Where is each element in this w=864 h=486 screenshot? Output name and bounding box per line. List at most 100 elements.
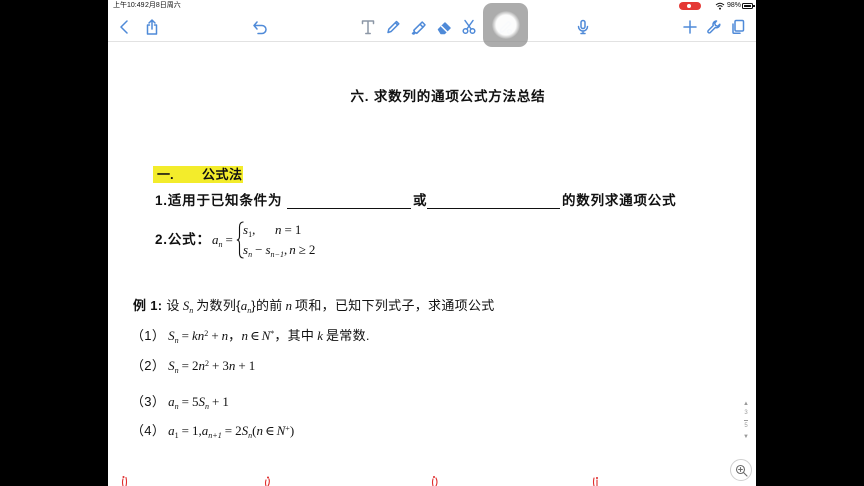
screen-recording-icon[interactable] — [679, 2, 701, 10]
math-sub: n — [248, 249, 253, 259]
math-var: a — [168, 394, 175, 409]
text: 设 — [166, 298, 180, 313]
math-op: = — [181, 394, 190, 409]
part-label: （2） — [131, 358, 166, 373]
math-sub: n+1 — [208, 430, 222, 440]
handwriting-annotations — [121, 475, 599, 486]
math-sub: n — [189, 305, 194, 315]
text: 为数列{ — [196, 298, 241, 313]
math-var: s — [265, 242, 271, 257]
math-sub: n — [218, 239, 223, 249]
section-number: 一. — [157, 167, 174, 182]
math-sub: 1 — [174, 430, 179, 440]
touch-indicator — [492, 11, 520, 39]
math-num: 1 — [222, 394, 229, 409]
highlighter-icon[interactable] — [410, 19, 426, 35]
zoom-button[interactable] — [730, 459, 752, 481]
chevron-left-icon[interactable] — [117, 19, 133, 35]
math-sub: n — [174, 401, 179, 411]
fill-in-blank-2 — [427, 208, 560, 209]
math-var: a — [168, 423, 175, 438]
total-pages: 5 — [744, 423, 748, 429]
math-sup: + — [285, 423, 290, 433]
math-num: 1 — [248, 358, 256, 373]
math-var: n — [228, 358, 236, 373]
text: ， — [228, 328, 242, 343]
math-op: = — [181, 358, 190, 373]
math-var: k — [317, 328, 323, 343]
example-1-part-1: （1） Sn = kn2 + n，n ∈ N*，其中 k 是常数. — [131, 328, 370, 346]
math-num: 1, — [192, 423, 202, 438]
page-indicator[interactable]: ▲ 3 5 ▼ — [741, 401, 751, 443]
math-punct: ) — [289, 423, 295, 438]
status-date: 2月8日周六 — [145, 2, 181, 9]
text: ，其中 — [274, 328, 315, 343]
scissors-icon[interactable] — [461, 19, 477, 35]
math-op: = — [181, 423, 190, 438]
math-var: kn — [192, 328, 205, 343]
math-var: n — [241, 328, 248, 343]
math-op: = — [284, 222, 292, 237]
math-op: + — [212, 358, 220, 373]
math-sup: 2 — [204, 328, 209, 338]
plus-icon[interactable] — [682, 19, 698, 35]
formula-case-2: sn − sn−1, n ≥2 — [243, 242, 315, 260]
math-var: a — [212, 232, 219, 247]
math-op: ∈ — [249, 328, 260, 343]
share-icon[interactable] — [144, 19, 160, 35]
zoom-in-icon — [735, 464, 748, 477]
math-var: S — [168, 358, 175, 373]
math-sub: n — [248, 430, 253, 440]
math-sub: n — [174, 365, 179, 375]
math-num: 2 — [308, 242, 316, 257]
page-up-icon[interactable]: ▲ — [741, 401, 751, 408]
math-op: + — [238, 358, 246, 373]
toolbar-divider — [108, 41, 756, 42]
math-var: N — [276, 423, 286, 438]
math-sup: 2 — [205, 358, 210, 368]
example-label: 例 1: — [133, 298, 163, 313]
math-op: − — [255, 242, 263, 257]
battery-percent: 98% — [727, 2, 742, 9]
text-tool-icon[interactable] — [360, 19, 376, 35]
formula-lhs: an = — [212, 232, 236, 250]
math-var: S — [168, 328, 175, 343]
math-var: n — [289, 242, 296, 257]
math-sub: n — [247, 305, 252, 315]
math-punct: , — [252, 222, 256, 237]
math-sub: n — [205, 401, 210, 411]
toolbar — [108, 12, 756, 41]
formula-case-1: s1, — [243, 222, 255, 240]
example-1-statement: 例 1: 设 Sn 为数列{an}的前 n 项和，已知下列式子，求通项公式 — [133, 298, 495, 316]
part-label: （3） — [131, 394, 166, 409]
math-op: + — [212, 394, 220, 409]
example-1-part-3: （3） an = 5Sn +1 — [131, 394, 229, 412]
status-time: 上午10:49 — [113, 2, 145, 9]
eraser-icon[interactable] — [436, 19, 452, 35]
wrench-icon[interactable] — [706, 19, 722, 35]
pen-icon[interactable] — [385, 19, 401, 35]
text: 项和，已知下列式子，求通项公式 — [295, 298, 495, 313]
fill-in-blank-1 — [287, 208, 411, 209]
item1-text-a: 1.适用于已知条件为 — [155, 193, 283, 208]
pages-icon[interactable] — [730, 19, 746, 35]
page-title: 六. 求数列的通项公式方法总结 — [350, 89, 546, 104]
undo-icon[interactable] — [252, 19, 268, 35]
math-var: N — [261, 328, 271, 343]
math-op: = — [225, 232, 233, 247]
page-down-icon[interactable]: ▼ — [741, 434, 751, 441]
current-page: 3 — [744, 410, 748, 416]
notes-app: 上午10:49 2月8日周六 98% 六. 求数列的通项公式方法总结 一. 公式… — [108, 0, 756, 486]
status-bar: 上午10:49 2月8日周六 98% — [108, 0, 756, 12]
math-op: ≥ — [298, 242, 306, 257]
math-op: + — [211, 328, 219, 343]
microphone-icon[interactable] — [575, 19, 591, 35]
math-punct: , — [283, 242, 288, 257]
math-sup: * — [270, 328, 275, 338]
math-num: 1 — [294, 222, 302, 237]
item2-label: 2.公式： — [155, 232, 211, 247]
example-1-part-4: （4） a1 = 1,an+1 = 2Sn(n ∈ N+) — [131, 423, 294, 441]
battery-icon — [742, 3, 753, 9]
page-divider — [744, 420, 748, 421]
example-1-part-2: （2） Sn = 2n2 +3n +1 — [131, 358, 255, 376]
